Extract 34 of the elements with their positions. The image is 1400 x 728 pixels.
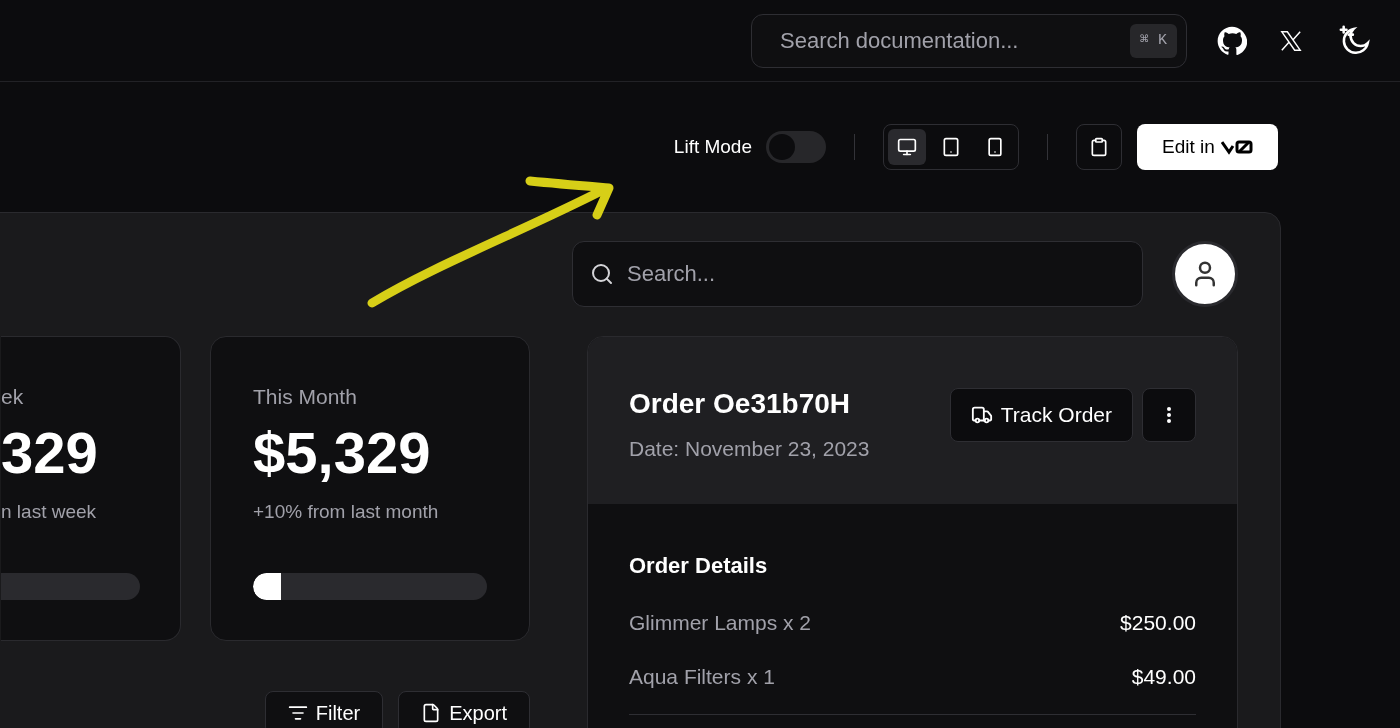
logo-icon <box>1220 139 1253 155</box>
stat-change: +10% from last month <box>253 500 440 525</box>
lift-mode-label: Lift Mode <box>673 134 752 159</box>
search-icon <box>590 262 614 286</box>
order-title: Order Oe31b70H <box>629 387 851 421</box>
filter-icon <box>287 703 308 723</box>
copy-button[interactable] <box>1076 124 1122 170</box>
lift-mode-toggle[interactable] <box>766 131 826 163</box>
stat-title: ek <box>1 384 25 410</box>
edit-button[interactable]: Edit in <box>1137 124 1278 170</box>
order-date: Date: November 23, 2023 <box>629 436 870 462</box>
track-order-button[interactable]: Track Order <box>949 388 1133 442</box>
item-name: Glimmer Lamps x 2 <box>629 610 812 636</box>
monitor-icon <box>897 137 917 157</box>
stat-value: $5,329 <box>253 420 432 485</box>
stat-change: n last week <box>1 500 98 525</box>
item-price: $250.00 <box>1120 610 1196 636</box>
stat-value: 329 <box>1 420 99 485</box>
more-icon <box>1167 407 1171 423</box>
device-tab[interactable] <box>888 129 926 165</box>
phone-icon <box>985 137 1005 157</box>
file-icon <box>421 703 442 723</box>
x-logo-icon[interactable] <box>1280 29 1302 52</box>
export-button[interactable]: Export <box>398 691 530 728</box>
order-details-heading: Order Details <box>629 552 769 580</box>
github-icon[interactable] <box>1217 25 1247 56</box>
clipboard-icon <box>1089 137 1109 157</box>
tablet-icon <box>941 137 961 157</box>
search-field[interactable]: Search... <box>572 241 1143 307</box>
stat-title: This Month <box>253 384 358 410</box>
item-name: Aqua Filters x 1 <box>629 664 775 690</box>
truck-icon <box>970 404 993 426</box>
item-price: $49.00 <box>1131 664 1196 690</box>
filter-button[interactable]: Filter <box>264 691 384 728</box>
